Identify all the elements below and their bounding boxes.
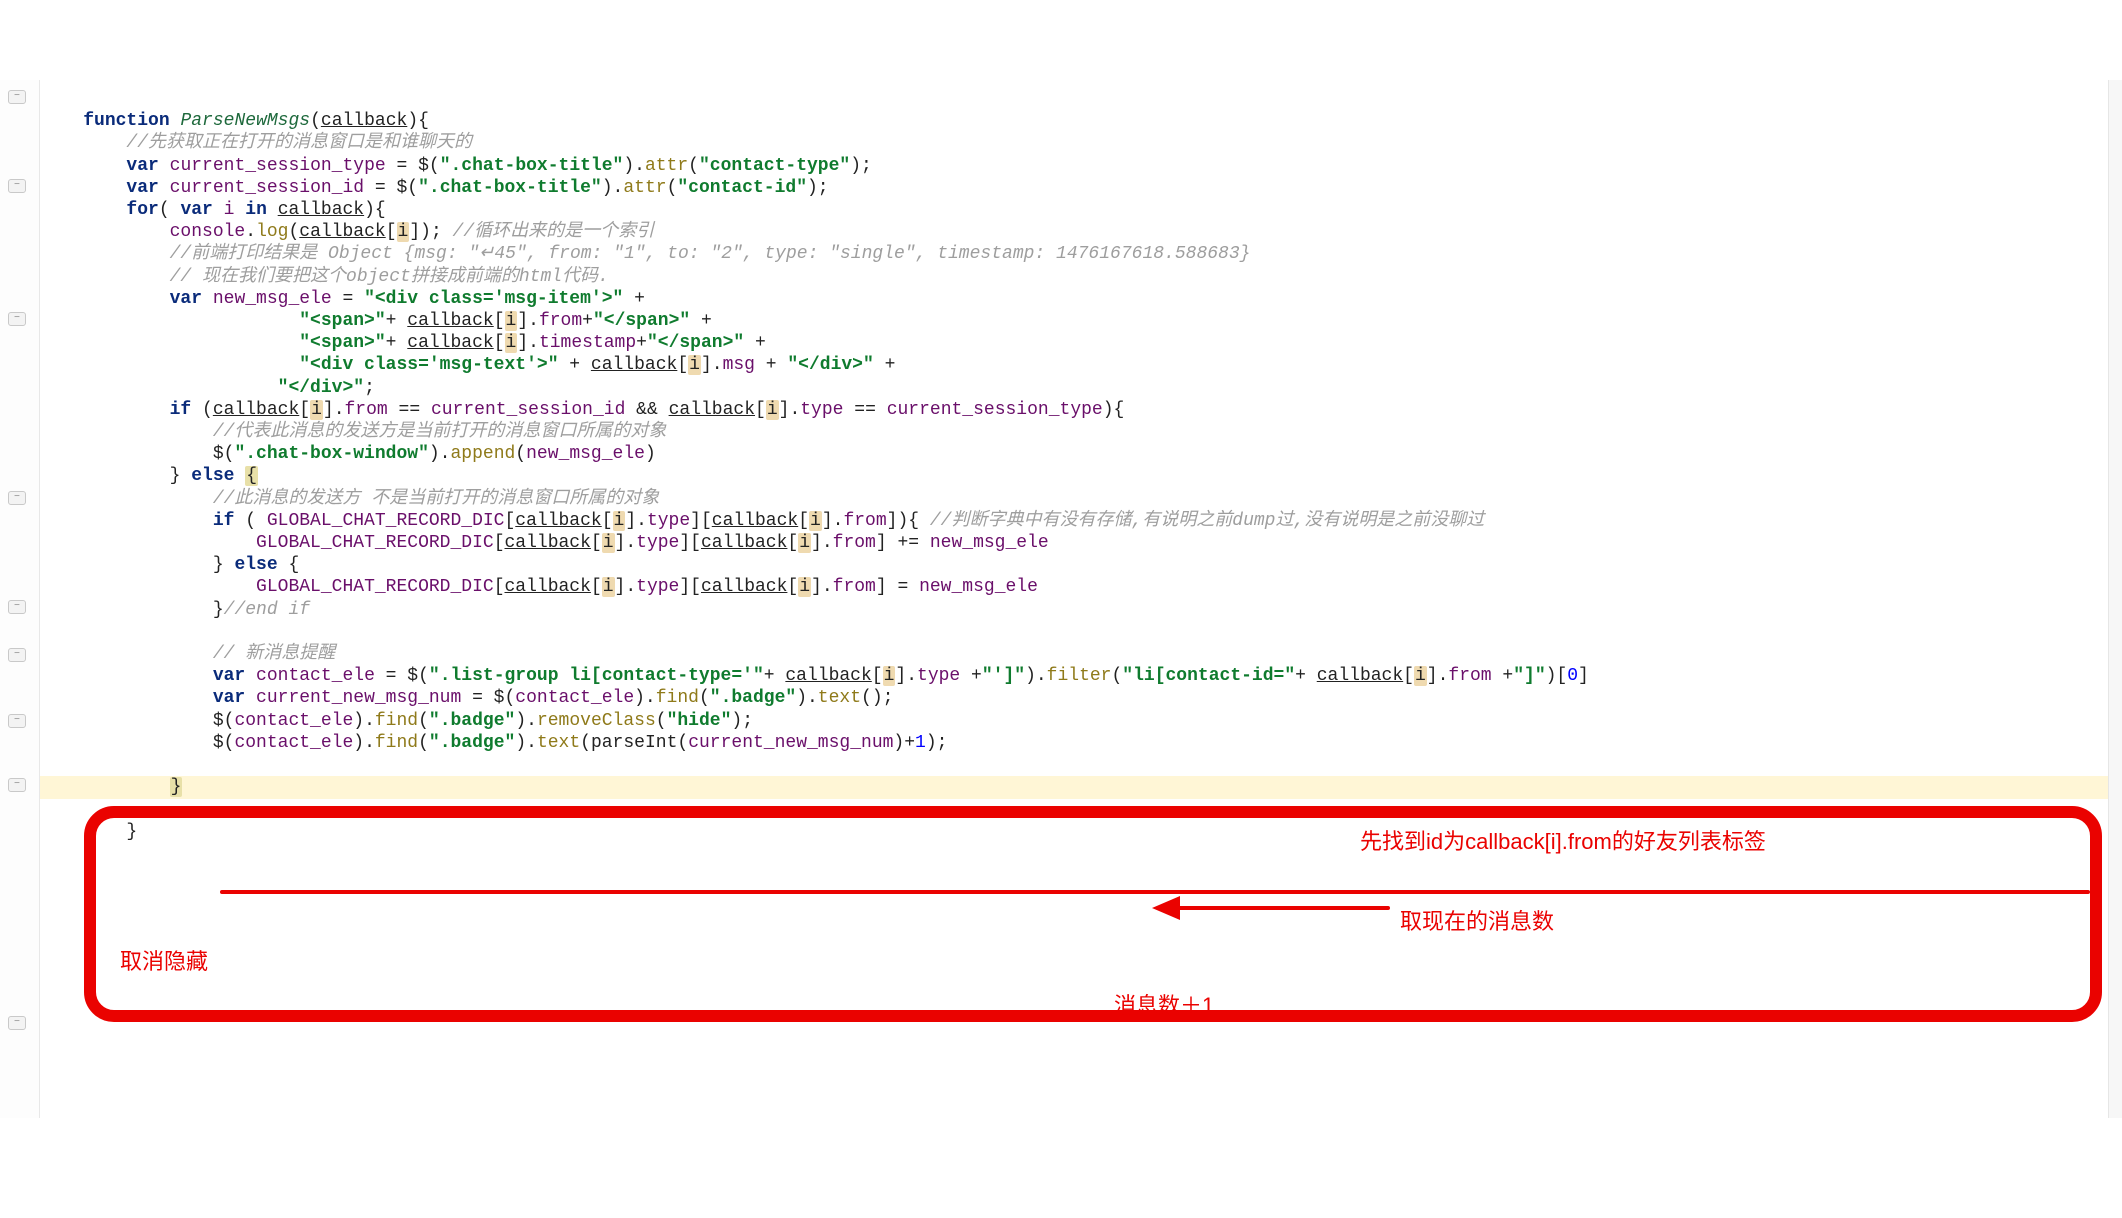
- code-line: GLOBAL_CHAT_RECORD_DIC[callback[i].type]…: [40, 577, 1038, 597]
- code-line: //此消息的发送方 不是当前打开的消息窗口所属的对象: [40, 489, 659, 509]
- fold-marker[interactable]: −: [8, 648, 26, 662]
- code-line: "<span>"+ callback[i].from+"</span>" +: [40, 311, 712, 331]
- code-line: GLOBAL_CHAT_RECORD_DIC[callback[i].type]…: [40, 533, 1049, 553]
- annotation-arrow-shaft: [1174, 906, 1390, 910]
- code-line: }//end if: [40, 600, 310, 620]
- code-line: }: [40, 776, 2108, 798]
- gutter: − − − − − − − − −: [0, 80, 40, 1118]
- code-line: // 新消息提醒: [40, 644, 335, 664]
- code-area[interactable]: function ParseNewMsgs(callback){ //先获取正在…: [40, 88, 2108, 887]
- editor-viewport: − − − − − − − − − function ParseNewMsgs(…: [0, 80, 2122, 1118]
- code-line: //先获取正在打开的消息窗口是和谁聊天的: [40, 133, 472, 153]
- annotation-arrow-head: [1152, 896, 1180, 920]
- vertical-scrollbar[interactable]: [2108, 80, 2122, 1118]
- code-line: "<span>"+ callback[i].timestamp+"</span>…: [40, 333, 766, 353]
- annotation-underline: [220, 890, 2090, 894]
- code-line: var current_new_msg_num = $(contact_ele)…: [40, 688, 893, 708]
- comment: //先获取正在打开的消息窗口是和谁聊天的: [126, 133, 472, 153]
- code-line: "</div>";: [40, 378, 375, 398]
- code-line: var new_msg_ele = "<div class='msg-item'…: [40, 289, 645, 309]
- code-line: $(".chat-box-window").append(new_msg_ele…: [40, 444, 656, 464]
- code-line: for( var i in callback){: [40, 200, 386, 220]
- code-line: // 现在我们要把这个object拼接成前端的html代码.: [40, 267, 609, 287]
- code-line: if (callback[i].from == current_session_…: [40, 400, 1124, 420]
- annotation-text: 先找到id为callback[i].from的好友列表标签: [1360, 824, 1766, 856]
- fold-marker[interactable]: −: [8, 714, 26, 728]
- fold-marker[interactable]: −: [8, 778, 26, 792]
- keyword: function: [83, 111, 169, 131]
- code-line: //前端打印结果是 Object {msg: "↵45", from: "1",…: [40, 244, 1250, 264]
- code-line: var current_session_type = $(".chat-box-…: [40, 156, 872, 176]
- code-line: $(contact_ele).find(".badge").text(parse…: [40, 733, 947, 753]
- fold-marker[interactable]: −: [8, 312, 26, 326]
- code-line: }: [40, 844, 94, 864]
- fold-marker[interactable]: −: [8, 179, 26, 193]
- annotation-text: 消息数＋1: [1114, 988, 1214, 1020]
- code-line: console.log(callback[i]); //循环出来的是一个索引: [40, 222, 654, 242]
- param: callback: [321, 111, 407, 131]
- code-line: }: [40, 822, 137, 842]
- fold-marker[interactable]: −: [8, 90, 26, 104]
- code-line: function ParseNewMsgs(callback){: [40, 111, 429, 131]
- fold-marker[interactable]: −: [8, 491, 26, 505]
- annotation-text: 取现在的消息数: [1400, 904, 1554, 936]
- code-line: "<div class='msg-text'>" + callback[i].m…: [40, 355, 895, 375]
- code-line: $(contact_ele).find(".badge").removeClas…: [40, 711, 753, 731]
- fold-marker[interactable]: −: [8, 1016, 26, 1030]
- code-line: //代表此消息的发送方是当前打开的消息窗口所属的对象: [40, 422, 666, 442]
- fold-marker[interactable]: −: [8, 600, 26, 614]
- code-line: } else {: [40, 466, 258, 486]
- code-line: var current_session_id = $(".chat-box-ti…: [40, 178, 829, 198]
- annotation-text: 取消隐藏: [120, 944, 208, 976]
- function-name: ParseNewMsgs: [180, 111, 310, 131]
- code-line: } else {: [40, 555, 299, 575]
- code-line: if ( GLOBAL_CHAT_RECORD_DIC[callback[i].…: [40, 511, 1484, 531]
- code-line: var contact_ele = $(".list-group li[cont…: [40, 666, 1589, 686]
